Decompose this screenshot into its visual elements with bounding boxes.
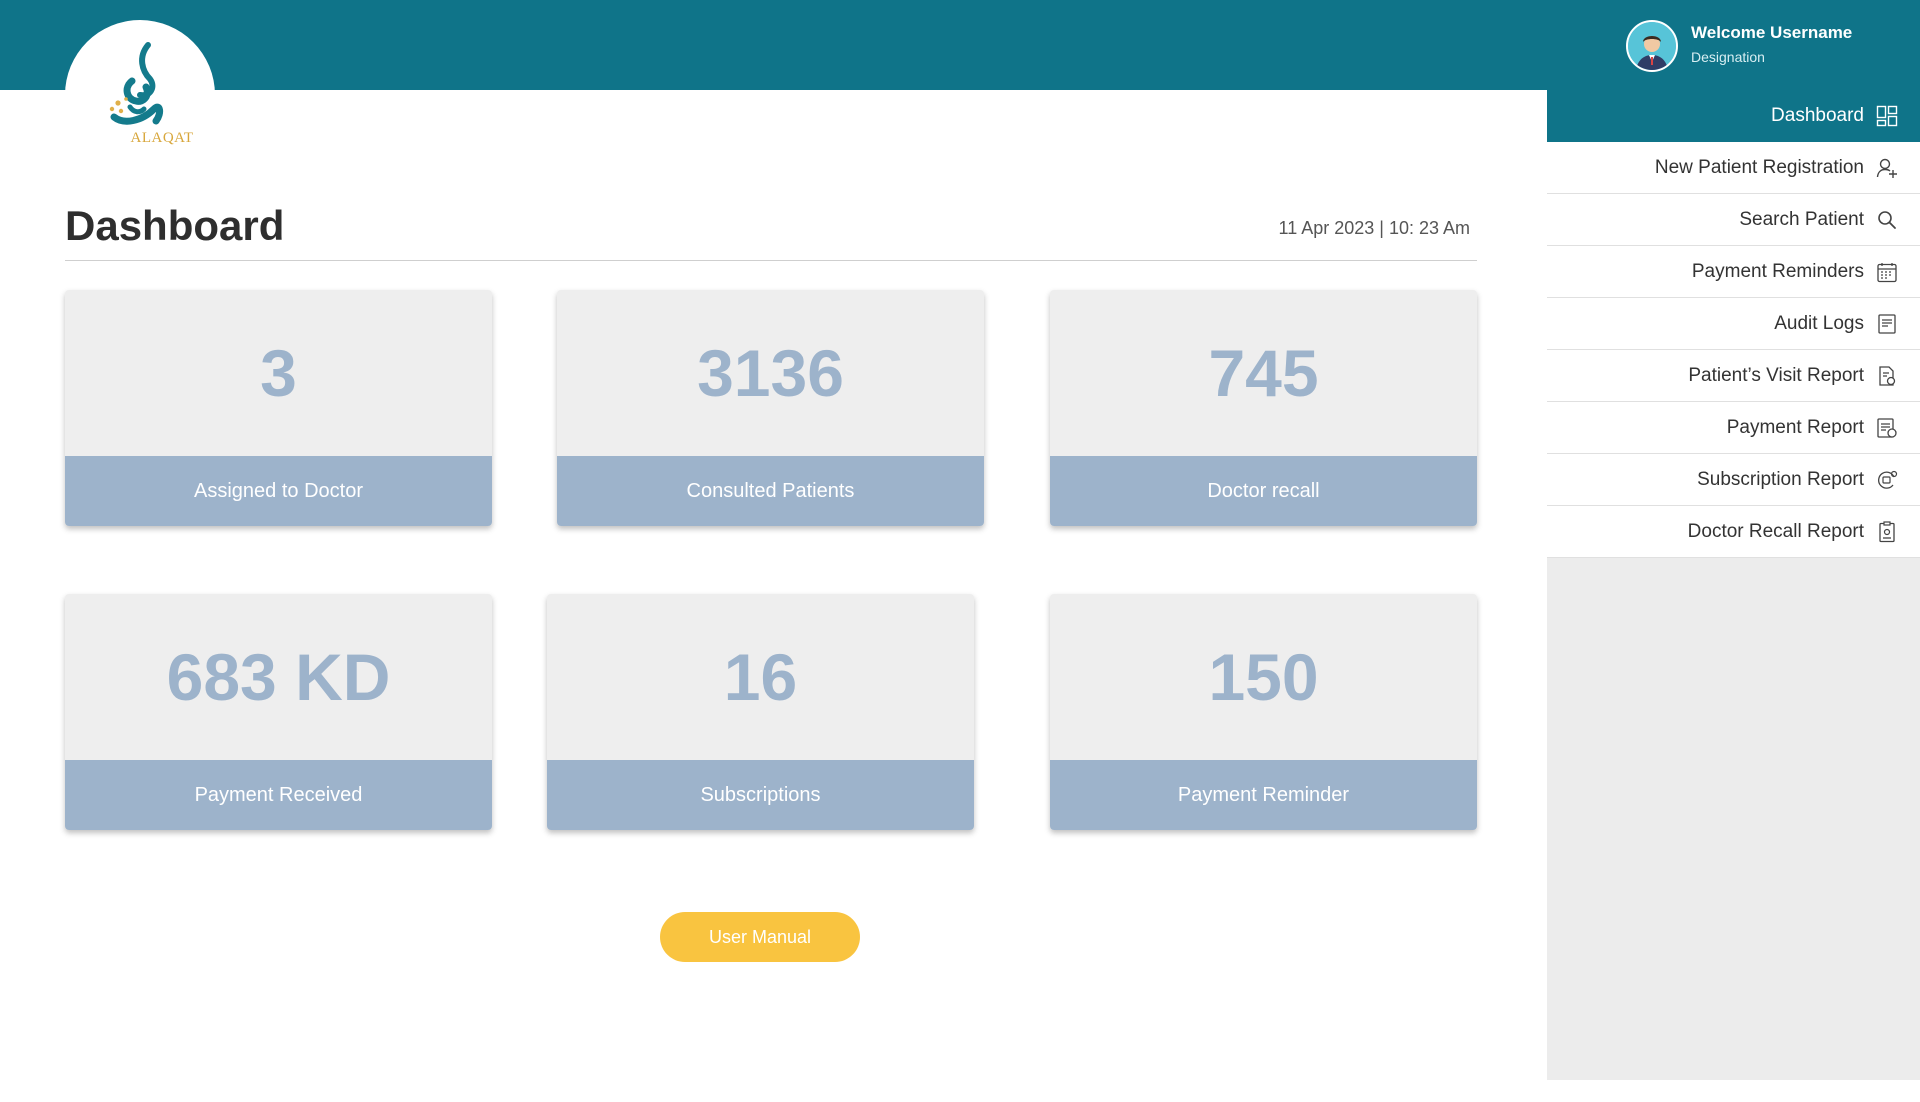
- sidebar-item-label: Doctor Recall Report: [1687, 520, 1864, 542]
- logo-text: ALAQAT: [130, 130, 194, 146]
- sidebar-item-dashboard[interactable]: Dashboard: [1547, 90, 1920, 142]
- sidebar-item-visit-report[interactable]: Patient’s Visit Report: [1547, 350, 1920, 402]
- stat-value: 3: [260, 336, 297, 410]
- stat-label: Payment Received: [65, 760, 492, 830]
- stat-card-subscriptions[interactable]: 16 Subscriptions: [547, 594, 974, 830]
- sidebar-item-label: Payment Report: [1726, 416, 1864, 438]
- stat-value: 745: [1208, 336, 1319, 410]
- stat-card-payment-reminder[interactable]: 150 Payment Reminder: [1050, 594, 1477, 830]
- sidebar-item-audit-logs[interactable]: Audit Logs: [1547, 298, 1920, 350]
- stat-value: 3136: [697, 336, 844, 410]
- sidebar-nav: Dashboard New Patient Registration Searc…: [1547, 90, 1920, 1080]
- user-manual-button[interactable]: User Manual: [660, 912, 860, 962]
- sidebar-item-search-patient[interactable]: Search Patient: [1547, 194, 1920, 246]
- sidebar-item-label: New Patient Registration: [1654, 156, 1864, 178]
- report-clip-icon: [1879, 366, 1896, 386]
- sidebar-item-new-patient[interactable]: New Patient Registration: [1547, 142, 1920, 194]
- app-logo[interactable]: ALAQAT: [65, 20, 215, 170]
- sidebar-item-subscription-report[interactable]: Subscription Report: [1547, 454, 1920, 506]
- current-datetime: 11 Apr 2023 | 10: 23 Am: [1278, 218, 1470, 238]
- title-divider: [65, 260, 1477, 261]
- payment-report-icon: [1877, 418, 1897, 438]
- page-title: Dashboard: [65, 202, 285, 249]
- calendar-icon: [1877, 263, 1897, 283]
- sidebar-item-payment-reminders[interactable]: Payment Reminders: [1547, 246, 1920, 298]
- sidebar-item-label: Subscription Report: [1697, 468, 1864, 490]
- dashboard-grid-icon: [1876, 105, 1898, 127]
- stat-card-consulted[interactable]: 3136 Consulted Patients: [557, 290, 984, 526]
- user-avatar-icon[interactable]: [1626, 20, 1678, 72]
- dashboard-page: ALAQAT Welcome Username Designation Dash…: [0, 0, 1920, 1102]
- designation-text: Designation: [1691, 49, 1765, 65]
- stat-label: Subscriptions: [547, 760, 974, 830]
- search-icon: [1878, 211, 1896, 229]
- sidebar-item-label: Search Patient: [1739, 208, 1864, 230]
- document-list-icon: [1878, 314, 1896, 334]
- stat-label: Consulted Patients: [557, 456, 984, 526]
- sidebar-item-label: Patient’s Visit Report: [1688, 364, 1864, 386]
- stat-value: 150: [1208, 640, 1319, 714]
- welcome-text: Welcome Username: [1691, 23, 1853, 42]
- alaqat-logo-icon: [109, 42, 164, 125]
- stat-label: Payment Reminder: [1050, 760, 1477, 830]
- user-profile[interactable]: Welcome Username Designation: [1626, 18, 1920, 74]
- clipboard-icon: [1879, 521, 1895, 543]
- stat-label: Doctor recall: [1050, 456, 1477, 526]
- stat-value: 16: [723, 640, 798, 714]
- stat-card-doctor-recall[interactable]: 745 Doctor recall: [1050, 290, 1477, 526]
- stat-card-payment-received[interactable]: 683 KD Payment Received: [65, 594, 492, 830]
- sidebar-item-label: Payment Reminders: [1691, 260, 1864, 282]
- stat-card-assigned[interactable]: 3 Assigned to Doctor: [65, 290, 492, 526]
- sidebar-item-doctor-recall-report[interactable]: Doctor Recall Report: [1547, 506, 1920, 558]
- sidebar-item-payment-report[interactable]: Payment Report: [1547, 402, 1920, 454]
- sidebar-item-label: Dashboard: [1771, 105, 1864, 126]
- subscription-icon: [1878, 470, 1898, 489]
- stat-value: 683 KD: [166, 640, 391, 714]
- user-add-icon: [1876, 158, 1897, 178]
- sidebar-item-label: Audit Logs: [1774, 312, 1864, 334]
- stat-label: Assigned to Doctor: [65, 456, 492, 526]
